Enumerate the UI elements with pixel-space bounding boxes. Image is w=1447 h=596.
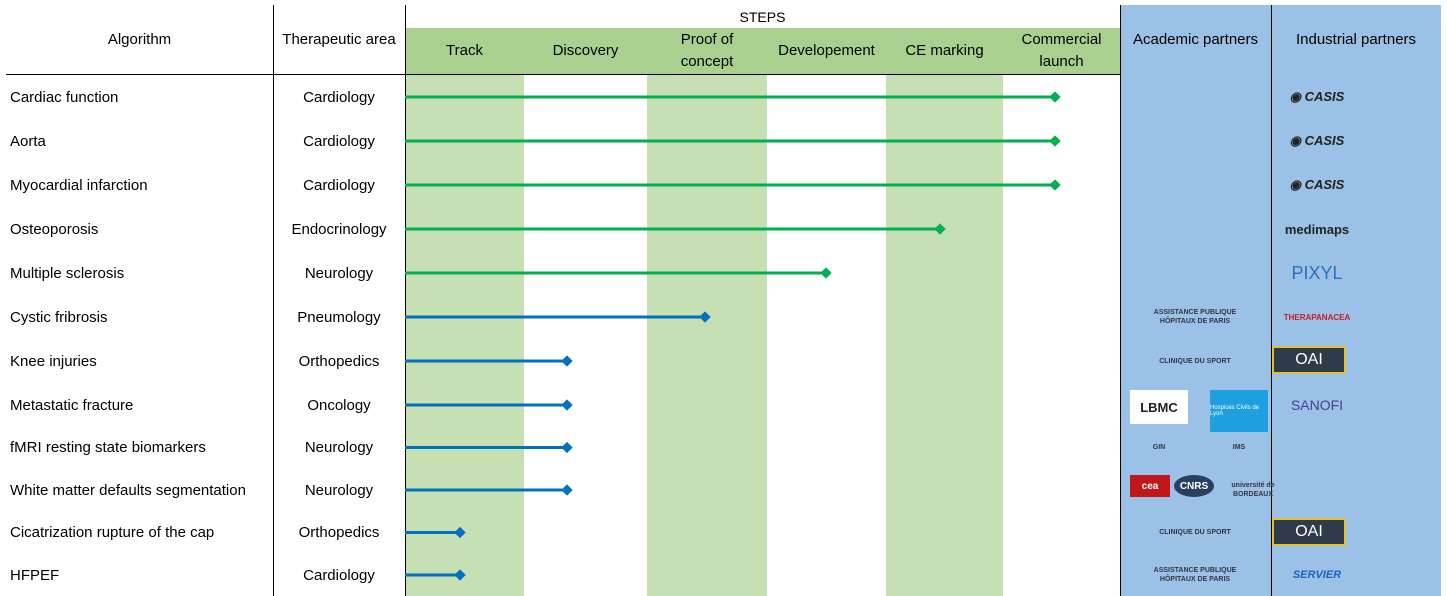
progress-end-marker bbox=[561, 484, 573, 496]
progress-end-marker bbox=[1049, 91, 1061, 103]
progress-end-marker bbox=[454, 526, 466, 539]
progress-end-marker bbox=[561, 399, 573, 411]
progress-end-marker bbox=[1049, 179, 1061, 191]
progress-end-marker bbox=[1049, 135, 1061, 147]
progress-end-marker bbox=[934, 223, 946, 235]
pipeline-diagram: Algorithm Therapeutic area STEPS Academi… bbox=[0, 0, 1447, 596]
progress-bars bbox=[405, 91, 1061, 581]
progress-end-marker bbox=[820, 267, 832, 279]
progress-end-marker bbox=[454, 569, 466, 581]
progress-end-marker bbox=[561, 355, 573, 367]
progress-end-marker bbox=[561, 441, 573, 454]
progress-end-marker bbox=[699, 311, 711, 323]
